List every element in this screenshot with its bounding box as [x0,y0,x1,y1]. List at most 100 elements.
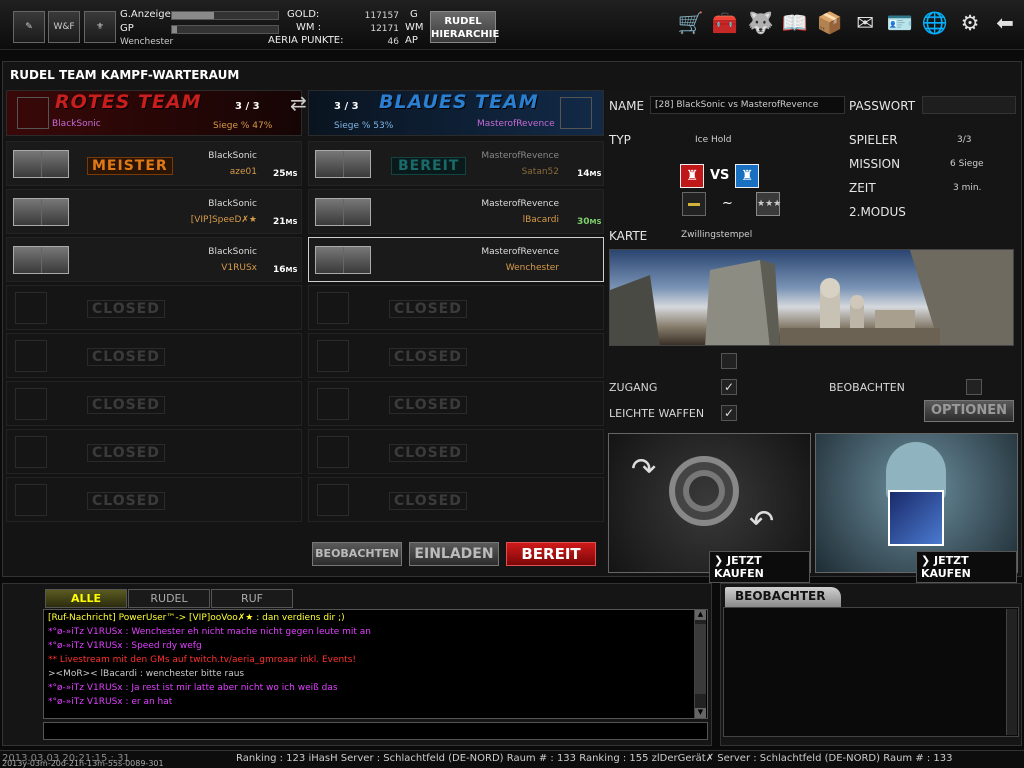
red-team-emblem [17,97,49,129]
meister-badge: MEISTER [87,157,173,175]
closed-label: CLOSED [87,348,165,366]
slot-clan-name: aze01 [229,167,257,177]
rank-badge-icon [13,246,69,274]
leichte-waffen-checkbox[interactable]: ✓ [721,405,737,421]
book-icon[interactable]: 📖 [780,8,810,38]
blue-closed-slot[interactable]: CLOSED [308,477,604,522]
tab-rudel[interactable]: RUDEL [128,589,210,608]
spieler-label: SPIELER [849,133,898,147]
gear-icon[interactable]: ⚙ [955,8,985,38]
red-closed-slot[interactable]: CLOSED [6,381,302,426]
blue-closed-slot[interactable]: CLOSED [308,429,604,474]
rank-stars-icon: ★★★ [756,192,781,216]
beobachter-tab[interactable]: BEOBACHTER [725,587,841,607]
closed-label: CLOSED [389,444,467,462]
red-closed-slot[interactable]: CLOSED [6,285,302,330]
slot-clan-name: Wenchester [505,263,559,273]
password-field[interactable] [922,96,1016,114]
red-closed-slot[interactable]: CLOSED [6,429,302,474]
blue-closed-slot[interactable]: CLOSED [308,381,604,426]
box-icon[interactable]: 📦 [815,8,845,38]
beobachter-list [723,607,1019,737]
blue-team-leader: MasterofRevence [477,119,555,129]
closed-label: CLOSED [87,396,165,414]
room-name-field[interactable]: [28] BlackSonic vs MasterofRevence [650,96,845,114]
blue-team-count: 3 / 3 [334,101,359,112]
slot-player-name: MasterofRevence [481,151,559,161]
mail-icon[interactable]: ✉ [850,8,880,38]
red-closed-slot[interactable]: CLOSED [6,333,302,378]
profile-card-icon[interactable]: 🪪 [885,8,915,38]
chat-line: ** Livestream mit den GMs auf twitch.tv/… [48,655,357,665]
blue-slot-2[interactable]: MasterofRevence lBacardi 30MS [308,189,604,234]
zugang-checkbox[interactable]: ✓ [721,379,737,395]
empty-slot-box [15,436,47,468]
red-team-title: ROTES TEAM [55,91,202,113]
passwort-label: PASSWORT [849,99,916,113]
chat-line: *°ø-»iTz V1RUSx : Speed rdy wefg [48,641,202,651]
karte-label: KARTE [609,229,648,243]
rank-badge-icon [315,246,371,274]
optionen-button[interactable]: OPTIONEN [924,400,1014,422]
chat-input[interactable] [43,722,708,740]
shop-cart-icon[interactable]: 🛒 [676,8,706,38]
blue-team-header: 3 / 3 BLAUES TEAM Siege % 53% MasterofRe… [308,90,604,136]
rank-insignia-icon: ⚜ [84,11,116,43]
rotate-arrow-icon: ↷ [631,452,657,487]
red-slot-1[interactable]: MEISTER BlackSonic aze01 25MS [6,141,302,186]
slot-clan-name: lBacardi [522,215,559,225]
tab-ruf[interactable]: RUF [211,589,293,608]
slot-ping: 14MS [577,169,602,179]
rudel-hierarchie-button[interactable]: RUDEL HIERARCHIE [430,11,500,43]
chat-line: *°ø-»iTz V1RUSx : er an hat [48,697,173,707]
slot-ping: 25MS [273,169,298,179]
chat-scrollbar[interactable]: ▲ ▼ [694,610,706,718]
red-slot-3[interactable]: BlackSonic V1RUSx 16MS [6,237,302,282]
gold-value: 117157 [364,11,399,21]
red-slot-2[interactable]: BlackSonic [VIP]SpeeD✗★ 21MS [6,189,302,234]
slot-player-name: BlackSonic [208,151,257,161]
tab-alle[interactable]: ALLE [45,589,127,608]
slot-player-name: BlackSonic [208,247,257,257]
rudel-btn-line2: HIERARCHIE [431,29,500,40]
typ-value: Ice Hold [695,135,732,145]
temple-illustration [610,250,1013,345]
weapon-offer-box[interactable]: ↷ ↶ ❯ JETZT KAUFEN [608,433,811,583]
bereit-button[interactable]: BEREIT [506,542,596,566]
beobachter-scrollbar[interactable] [1006,609,1017,735]
blue-closed-slot[interactable]: CLOSED [308,285,604,330]
einladen-button[interactable]: EINLADEN [409,542,499,566]
empty-slot-box [15,340,47,372]
blue-closed-slot[interactable]: CLOSED [308,333,604,378]
closed-label: CLOSED [389,396,467,414]
mission-label: MISSION [849,157,901,171]
beobachten-checkbox[interactable] [966,379,982,395]
zugang-label: ZUGANG [609,381,658,394]
back-arrow-icon[interactable]: ⬅ [990,8,1020,38]
blue-slot-1[interactable]: BEREIT MasterofRevence Satan52 14MS [308,141,604,186]
inventory-bag-icon[interactable]: 🧰 [710,8,740,38]
closed-label: CLOSED [87,444,165,462]
slot-player-name: BlackSonic [208,199,257,209]
rank-badge-icon [13,198,69,226]
blue-slot-3[interactable]: MasterofRevence Wenchester [308,237,604,282]
globe-icon[interactable]: 🌐 [920,8,950,38]
aeria-unit: AP [405,35,418,46]
notes-icon[interactable]: ✎ [13,11,45,43]
map-option-checkbox[interactable] [721,353,737,369]
ticker-timestamp: 2013y-03m-20d-21h-13m-55s-0089-301 [2,759,164,768]
character-offer-box[interactable]: ❯ JETZT KAUFEN [815,433,1018,583]
empty-slot-box [317,340,349,372]
jetzt-kaufen-button-1[interactable]: ❯ JETZT KAUFEN [709,551,810,583]
rudel-btn-line1: RUDEL [444,16,482,27]
chat-line: ><MoR>< lBacardi : wenchester bitte raus [48,669,245,679]
crystal-item-icon [888,490,944,546]
page-title: RUDEL TEAM KAMPF-WARTERAUM [10,68,240,82]
red-soldier-icon: ♜ [680,164,704,188]
wolf-icon[interactable]: 🐺 [746,8,776,38]
red-closed-slot[interactable]: CLOSED [6,477,302,522]
closed-label: CLOSED [389,492,467,510]
top-bar: ✎ W&F ⚜ G.Anzeige GP Wenchester GOLD: 11… [0,0,1024,50]
jetzt-kaufen-button-2[interactable]: ❯ JETZT KAUFEN [916,551,1017,583]
beobachten-button[interactable]: BEOBACHTEN [312,542,402,566]
